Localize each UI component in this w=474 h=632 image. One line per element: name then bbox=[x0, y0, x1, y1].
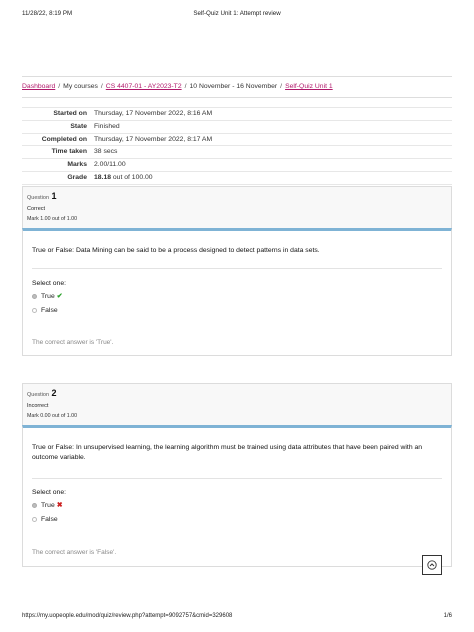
summary-label: State bbox=[70, 122, 87, 130]
check-icon: ✔ bbox=[56, 293, 63, 300]
summary-label: Grade bbox=[67, 173, 87, 181]
question-number: Question 2 bbox=[27, 388, 447, 398]
question-info: Question 2 Incorrect Mark 0.00 out of 1.… bbox=[22, 383, 452, 426]
breadcrumb-dashboard[interactable]: Dashboard bbox=[22, 83, 55, 90]
breadcrumb-my-courses: My courses bbox=[63, 83, 98, 90]
question-number-value: 2 bbox=[51, 388, 57, 398]
question-content: True or False: Data Mining can be said t… bbox=[22, 228, 452, 356]
option-label: True bbox=[41, 501, 55, 509]
breadcrumb: Dashboard / My courses / CS 4407-01 - AY2023… bbox=[22, 76, 452, 98]
attempt-summary-table: Started on Thursday, 17 November 2022, 8… bbox=[22, 107, 452, 185]
select-one-label: Select one: bbox=[32, 489, 67, 496]
question-label: Question bbox=[27, 392, 50, 398]
breadcrumb-quiz[interactable]: Self-Quiz Unit 1 bbox=[285, 83, 333, 90]
question-text: True or False: In unsupervised learning,… bbox=[32, 444, 423, 461]
option-false[interactable]: False bbox=[32, 516, 58, 523]
summary-value: Thursday, 17 November 2022, 8:16 AM bbox=[94, 110, 213, 117]
summary-label: Marks bbox=[67, 161, 87, 169]
option-label: True bbox=[41, 292, 55, 300]
question-number: Question 1 bbox=[27, 191, 447, 201]
radio-button[interactable] bbox=[32, 293, 37, 299]
print-title: Self-Quiz Unit 1: Attempt review bbox=[193, 10, 281, 17]
correct-answer-feedback: The correct answer is 'False'. bbox=[32, 549, 117, 556]
option-label: False bbox=[41, 516, 58, 523]
summary-value: 38 secs bbox=[94, 148, 118, 156]
summary-value: 2.00/11.00 bbox=[94, 161, 126, 169]
question-mark: Mark 0.00 out of 1.00 bbox=[27, 413, 78, 419]
grade-value: 18.18 bbox=[94, 173, 112, 181]
question-number-value: 1 bbox=[51, 191, 57, 201]
breadcrumb-separator: / bbox=[58, 83, 61, 90]
summary-row-marks: Marks 2.00/11.00 bbox=[22, 159, 452, 172]
summary-label: Completed on bbox=[41, 135, 87, 143]
grade-suffix: out of 100.00 bbox=[112, 173, 153, 181]
summary-row-completed: Completed on Thursday, 17 November 2022,… bbox=[22, 134, 452, 147]
option-true[interactable]: True ✔ bbox=[32, 292, 63, 300]
cross-icon: ✖ bbox=[56, 502, 63, 509]
chevron-up-icon bbox=[427, 560, 437, 570]
option-false[interactable]: False bbox=[32, 307, 58, 314]
summary-value: 18.18 out of 100.00 bbox=[94, 172, 153, 184]
option-true[interactable]: True ✖ bbox=[32, 501, 63, 509]
breadcrumb-separator: / bbox=[100, 83, 103, 90]
question-state: Correct bbox=[27, 206, 46, 212]
breadcrumb-separator: / bbox=[184, 83, 187, 90]
option-label: False bbox=[41, 307, 58, 314]
summary-row-state: State Finished bbox=[22, 121, 452, 134]
radio-button[interactable] bbox=[32, 502, 37, 508]
summary-row-time-taken: Time taken 38 secs bbox=[22, 146, 452, 160]
summary-label: Started on bbox=[53, 110, 87, 117]
radio-button[interactable] bbox=[32, 517, 37, 522]
radio-button[interactable] bbox=[32, 308, 37, 313]
breadcrumb-course[interactable]: CS 4407-01 - AY2023-T2 bbox=[106, 83, 182, 90]
divider bbox=[32, 268, 442, 269]
select-one-label: Select one: bbox=[32, 280, 67, 287]
summary-value: Thursday, 17 November 2022, 8:17 AM bbox=[94, 135, 213, 143]
question-content: True or False: In unsupervised learning,… bbox=[22, 425, 452, 567]
breadcrumb-separator: / bbox=[280, 83, 283, 90]
divider bbox=[32, 478, 442, 479]
print-url: https://my.uopeople.edu/mod/quiz/review.… bbox=[22, 613, 233, 619]
print-page-number: 1/6 bbox=[443, 613, 452, 619]
summary-value: Finished bbox=[94, 122, 120, 130]
question-text: True or False: Data Mining can be said t… bbox=[32, 247, 320, 254]
summary-label: Time taken bbox=[51, 148, 87, 156]
summary-row-started: Started on Thursday, 17 November 2022, 8… bbox=[22, 107, 452, 121]
question-state: Incorrect bbox=[27, 403, 49, 409]
scroll-to-top-button[interactable] bbox=[422, 555, 442, 575]
summary-row-grade: Grade 18.18 out of 100.00 bbox=[22, 172, 452, 185]
breadcrumb-week: 10 November - 16 November bbox=[189, 83, 278, 90]
question-label: Question bbox=[27, 195, 50, 201]
question-mark: Mark 1.00 out of 1.00 bbox=[27, 216, 78, 222]
question-info: Question 1 Correct Mark 1.00 out of 1.00 bbox=[22, 186, 452, 229]
correct-answer-feedback: The correct answer is 'True'. bbox=[32, 339, 114, 346]
